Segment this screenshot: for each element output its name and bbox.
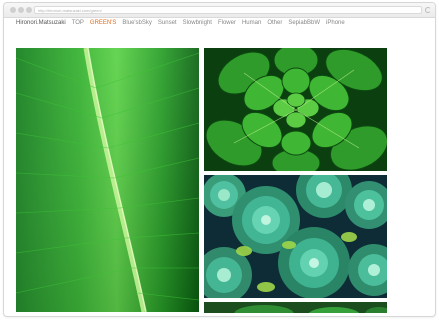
photo-green-plant[interactable] <box>204 48 387 171</box>
nav-item-iphone[interactable]: iPhone <box>326 20 345 26</box>
photo-teal-succulents[interactable] <box>204 175 387 298</box>
nav-item-flower[interactable]: Flower <box>218 20 236 26</box>
refresh-icon[interactable] <box>425 7 431 13</box>
nav-item-sunset[interactable]: Sunset <box>158 20 177 26</box>
site-brand[interactable]: Hironori.Matsuzaki <box>16 20 66 26</box>
plant-illustration <box>204 48 387 171</box>
photo-green-leaf[interactable] <box>16 48 199 312</box>
nav-item-human[interactable]: Human <box>242 20 261 26</box>
nav-item-other[interactable]: Other <box>267 20 282 26</box>
address-bar[interactable]: http://hironori-matsuzaki.com/green/ <box>34 6 422 14</box>
window-close-dot-icon[interactable] <box>10 7 16 13</box>
photo-succulent-partial[interactable] <box>204 302 387 313</box>
nav-item-greens[interactable]: GREEN'S <box>90 20 116 26</box>
window-maximize-dot-icon[interactable] <box>26 7 32 13</box>
nav-item-blues-sky[interactable]: Blue'sbSky <box>122 20 152 26</box>
succulents-illustration <box>204 175 387 298</box>
succulent-partial-illustration <box>204 302 387 313</box>
nav-item-sepia-bw[interactable]: SepiabBbW <box>288 20 320 26</box>
nav-item-slow-night[interactable]: Slowbnight <box>183 20 212 26</box>
nav-item-top[interactable]: TOP <box>72 20 84 26</box>
browser-titlebar: http://hironori-matsuzaki.com/green/ <box>4 3 435 18</box>
site-nav: Hironori.Matsuzaki TOP GREEN'S Blue'sbSk… <box>16 18 351 28</box>
window-minimize-dot-icon[interactable] <box>18 7 24 13</box>
leaf-illustration <box>16 48 199 312</box>
